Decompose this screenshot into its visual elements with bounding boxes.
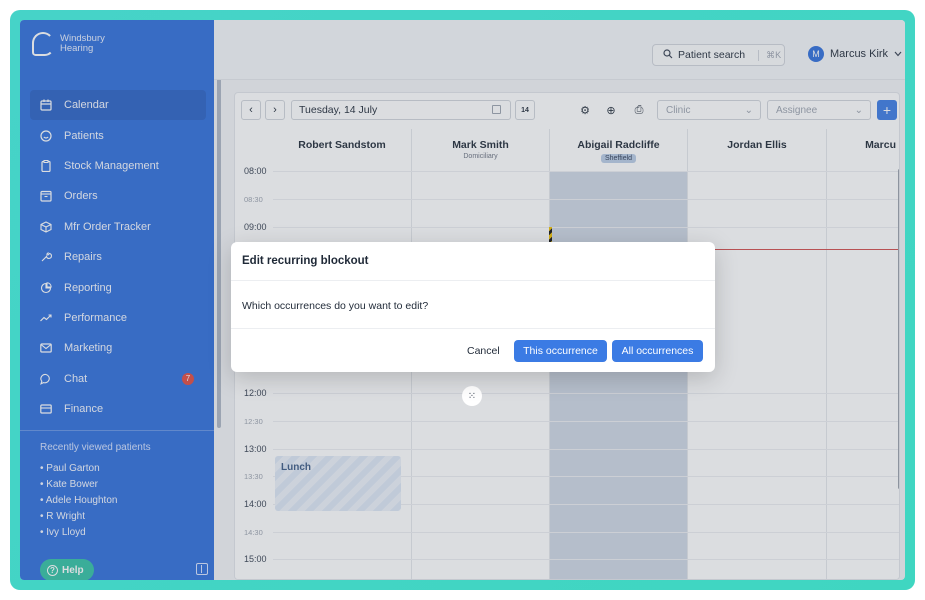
dialog-message: Which occurrences do you want to edit? bbox=[242, 300, 429, 312]
cancel-button[interactable]: Cancel bbox=[467, 341, 500, 361]
drag-handle-icon[interactable]: ⁙ bbox=[462, 386, 482, 406]
this-occurrence-button[interactable]: This occurrence bbox=[514, 340, 607, 362]
all-occurrences-button[interactable]: All occurrences bbox=[612, 340, 703, 362]
app-window: Windsbury Hearing Calendar Patients Stoc… bbox=[20, 20, 905, 580]
window-frame: Windsbury Hearing Calendar Patients Stoc… bbox=[10, 10, 915, 590]
edit-recurring-blockout-dialog: Edit recurring blockout Which occurrence… bbox=[231, 242, 715, 372]
dialog-divider bbox=[231, 280, 715, 281]
dialog-divider bbox=[231, 328, 715, 329]
dialog-title: Edit recurring blockout bbox=[242, 255, 369, 267]
